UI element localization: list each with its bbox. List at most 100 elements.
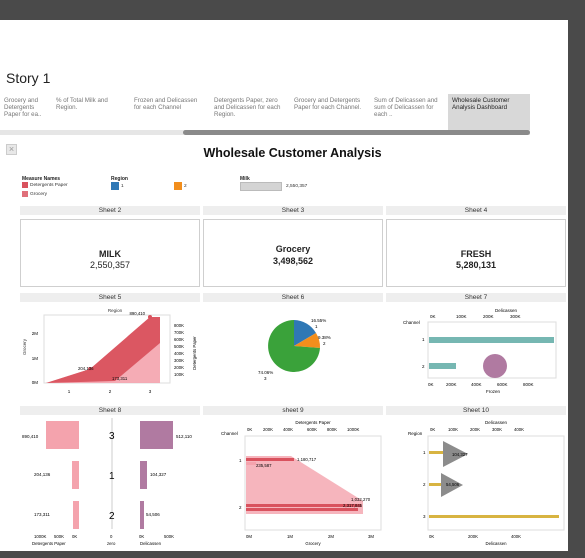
story-point-4[interactable]: Detergents Paper, zero and Delicassen fo… [210, 94, 290, 130]
data-label: 173,311 [112, 376, 128, 381]
region-label: 2 [109, 511, 115, 522]
sheet10-top-axis: 0K 100K 200K 300K 400K [430, 427, 524, 432]
tick: 0K [139, 534, 144, 539]
window-top-bar [0, 0, 585, 20]
bar-channel-1-grocery[interactable] [246, 462, 256, 465]
tick: 0M [32, 380, 39, 385]
dashboard-title: Wholesale Customer Analysis [203, 146, 382, 160]
svg-text:700K: 700K [174, 330, 184, 335]
sheet2-kpi[interactable]: MILK 2,550,357 [20, 219, 200, 287]
sheet6-pie-chart[interactable]: 16.55% 1 9.38% 2 74.06% 3 [203, 303, 383, 400]
legend-item-detergents[interactable]: Detergents Paper [22, 182, 68, 188]
story-point-5[interactable]: Grocery and Detergents Paper for each Ch… [290, 94, 370, 130]
tick: 1 [68, 389, 71, 394]
sheet7-header: Sheet 7 [386, 293, 566, 302]
story-title: Story 1 [6, 70, 51, 86]
sheet5-right-axis: 800K 700K 600K 500K 400K 300K 200K 100K [174, 323, 184, 377]
bar-delicassen-region-1[interactable] [140, 461, 147, 489]
data-label: 104,327 [452, 452, 468, 457]
bar-channel-2-grocery[interactable] [246, 508, 358, 511]
row-label: 1 [423, 450, 426, 455]
bar-region-2[interactable] [429, 483, 441, 486]
axis-title: Delicassen [140, 541, 162, 546]
sheet7-chart[interactable]: Delicassen 0K 100K 200K 300K Channel 1 2… [386, 303, 566, 400]
svg-text:100K: 100K [174, 372, 184, 377]
bar-detergents-region-2[interactable] [73, 501, 79, 529]
story-point-7[interactable]: Wholesale Customer Analysis Dashboard [448, 94, 530, 130]
sheet6-header: Sheet 6 [203, 293, 383, 302]
row-label: 2 [423, 482, 426, 487]
legend-item-region-2[interactable]: 2 [174, 182, 187, 190]
data-label: 54,506 [146, 512, 160, 517]
data-label: 54,506 [446, 482, 460, 487]
bar-detergents-region-1[interactable] [72, 461, 79, 489]
sheet9-bottom-title: Grocery [305, 541, 321, 546]
region-label: 3 [109, 431, 115, 442]
svg-text:0M: 0M [246, 534, 252, 539]
tick: 2M [32, 331, 39, 336]
bar-region-3[interactable] [429, 515, 559, 518]
sheet5-ylabel-right: Detergents Paper [192, 336, 197, 370]
data-label: 104,327 [150, 472, 167, 477]
story-point-3[interactable]: Frozen and Delicassen for each Channel [130, 94, 210, 130]
sheet9-bottom-axis: 0M 1M 2M 3M [246, 534, 374, 539]
sheet9-top-axis: 0K 200K 400K 600K 800K 1000K [247, 427, 360, 432]
tick: 600K [497, 382, 508, 387]
sheet9-chart[interactable]: Detergents Paper Channel 0K 200K 400K 60… [203, 416, 383, 552]
data-label: 1,032,270 [351, 497, 371, 502]
story-scrollbar-thumb[interactable] [183, 130, 530, 135]
row-header: Region [408, 431, 423, 436]
axis-title: zero [107, 541, 116, 546]
svg-text:3M: 3M [368, 534, 374, 539]
sheet10-bottom-axis: 0K 200K 400K [429, 534, 521, 539]
data-label: 512,110 [176, 434, 192, 439]
point[interactable] [148, 315, 152, 319]
sheet8-header: Sheet 8 [20, 406, 200, 415]
tick: 0K [430, 314, 436, 319]
svg-text:300K: 300K [174, 358, 184, 363]
sheet5-chart[interactable]: Region Grocery 2M 1M 0M 890,410 204,136 … [20, 303, 200, 400]
legend-item-region-1[interactable]: 1 [111, 182, 124, 190]
tick: 2 [109, 389, 112, 394]
window-bottom-bar [0, 551, 585, 558]
kpi-label: Grocery [275, 244, 311, 254]
story-point-6[interactable]: Sum of Delicassen and sum of Delicassen … [370, 94, 448, 130]
data-label: 890,410 [22, 434, 39, 439]
pie-label: 3 [264, 376, 267, 381]
bar-detergents-region-3[interactable] [46, 421, 79, 449]
sheet10-bottom-title: Delicassen [485, 541, 507, 546]
legend-item-grocery[interactable]: Grocery [22, 191, 47, 197]
bar-channel-1-detergents[interactable] [246, 458, 294, 461]
bubble[interactable] [483, 354, 507, 378]
tick: 400K [471, 382, 482, 387]
data-label: 1,180,717 [297, 457, 317, 462]
sheet5-ylabel-left: Grocery [22, 338, 27, 355]
sheet8-chart[interactable]: 890,410 204,136 173,311 3 1 2 512,110 10… [20, 416, 200, 552]
region-label: 1 [109, 471, 115, 482]
bar-channel-2[interactable] [429, 363, 456, 369]
svg-text:0K: 0K [429, 534, 434, 539]
sheet4-kpi[interactable]: FRESH 5,280,131 [386, 219, 566, 287]
row-label: 1 [239, 458, 242, 463]
sheet10-chart[interactable]: Delicassen Region 0K 100K 200K 300K 400K… [386, 416, 566, 552]
sheet7-bottom-title: Frozen [486, 389, 501, 394]
svg-text:800K: 800K [327, 427, 337, 432]
svg-text:400K: 400K [514, 427, 524, 432]
tick: 0K [428, 382, 434, 387]
bar-delicassen-region-2[interactable] [140, 501, 144, 529]
tick: 3 [149, 389, 152, 394]
bar-delicassen-region-3[interactable] [140, 421, 173, 449]
sheet2-header: Sheet 2 [20, 206, 200, 215]
row-label: 3 [423, 514, 426, 519]
kpi-value: 5,280,131 [455, 260, 497, 270]
sheet3-kpi[interactable]: Grocery 3,498,562 [203, 219, 383, 287]
tick: 1M [32, 356, 39, 361]
pie-label: 74.06% [258, 370, 273, 375]
story-point-2[interactable]: % of Total Milk and Region. [52, 94, 130, 130]
row-label: 2 [422, 364, 425, 369]
swatch [111, 182, 119, 190]
row-label: 1 [422, 337, 425, 342]
window-right-edge [568, 20, 585, 558]
story-point-1[interactable]: Grocery and Detergents Paper for ea.. [0, 94, 52, 130]
bar-channel-1[interactable] [429, 337, 554, 343]
